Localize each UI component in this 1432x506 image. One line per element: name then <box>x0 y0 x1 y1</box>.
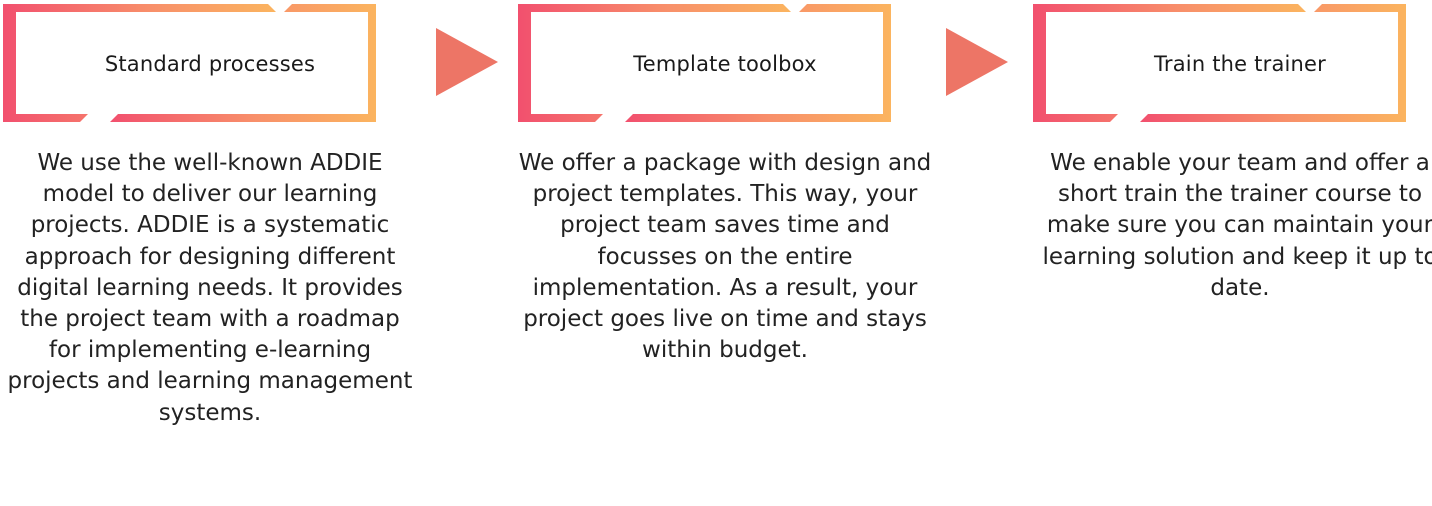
step-train-the-trainer: Train the trainer We enable your team an… <box>1033 0 1432 506</box>
play-arrow-icon <box>436 28 498 96</box>
play-arrow-icon <box>946 28 1008 96</box>
step-description: We enable your team and offer a short tr… <box>1042 150 1432 301</box>
step-template-toolbox: Template toolbox We offer a package with… <box>518 0 931 506</box>
step-title: Train the trainer <box>1153 52 1327 76</box>
step-description: We use the well-known ADDIE model to del… <box>7 150 413 426</box>
step-description: We offer a package with design and proje… <box>518 150 932 364</box>
step-standard-processes: Standard processes We use the well-known… <box>3 0 412 506</box>
step-title: Standard processes <box>104 52 316 76</box>
step-title: Template toolbox <box>633 52 817 76</box>
